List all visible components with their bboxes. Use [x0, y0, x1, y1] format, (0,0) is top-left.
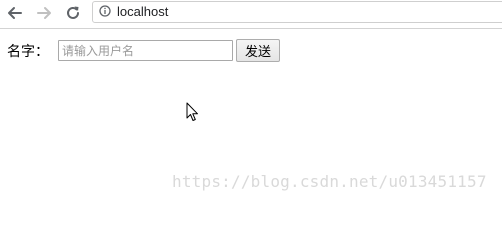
back-arrow-icon	[8, 7, 22, 19]
send-button[interactable]: 发送	[236, 39, 280, 62]
info-icon[interactable]	[99, 5, 111, 17]
mouse-pointer-icon	[186, 102, 198, 121]
forward-button[interactable]	[34, 3, 54, 23]
reload-button[interactable]	[63, 3, 83, 23]
browser-toolbar: localhost	[0, 0, 502, 28]
address-bar[interactable]: localhost	[92, 1, 502, 23]
reload-icon	[67, 6, 79, 19]
forward-arrow-icon	[37, 7, 51, 19]
back-button[interactable]	[5, 3, 25, 23]
name-label: 名字：	[7, 44, 49, 60]
watermark-text: https://blog.csdn.net/u013451157	[172, 172, 487, 191]
page-content: 名字： 发送 https://blog.csdn.net/u013451157	[0, 29, 502, 203]
url-text[interactable]: localhost	[117, 4, 168, 19]
username-input[interactable]	[58, 40, 233, 61]
